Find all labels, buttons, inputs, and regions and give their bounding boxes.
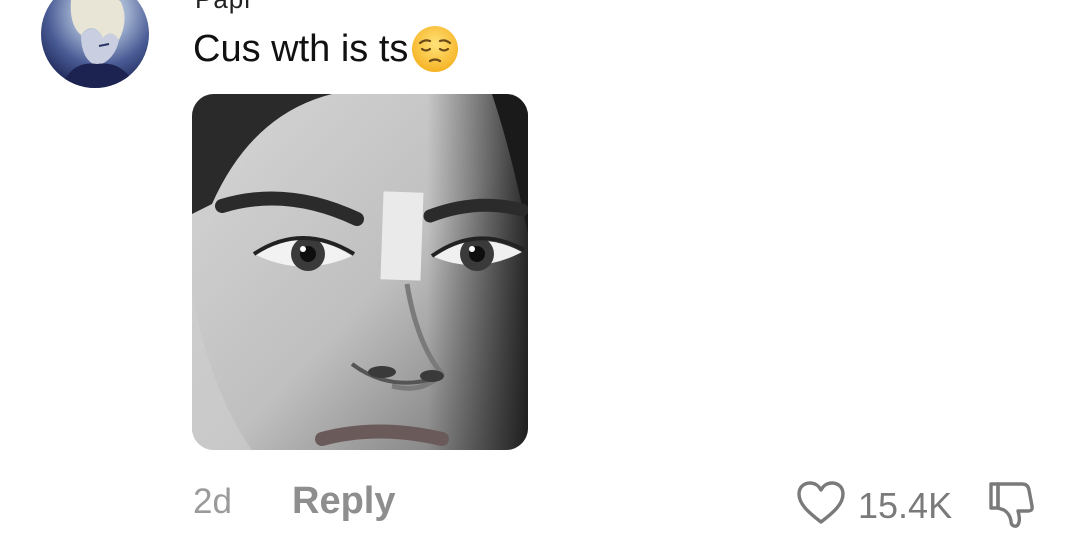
username[interactable]: Papi	[195, 0, 251, 15]
comment-body: Cus wth is ts	[193, 24, 460, 74]
comment-footer: 2d Reply 15.4K	[0, 478, 1080, 528]
comment-item: Papi Cus wth is ts	[0, 0, 1080, 555]
like-button[interactable]: 15.4K	[796, 480, 952, 531]
avatar[interactable]	[41, 0, 149, 88]
thumbs-down-icon	[988, 482, 1040, 534]
like-count: 15.4K	[858, 484, 953, 526]
comment-time: 2d	[193, 482, 232, 521]
reply-button[interactable]: Reply	[292, 480, 395, 523]
heart-icon	[796, 480, 846, 531]
pensive-face-emoji-icon	[410, 24, 460, 74]
comment-image[interactable]	[192, 94, 528, 450]
dislike-button[interactable]	[988, 478, 1040, 535]
comment-text: Cus wth is ts	[193, 27, 409, 70]
